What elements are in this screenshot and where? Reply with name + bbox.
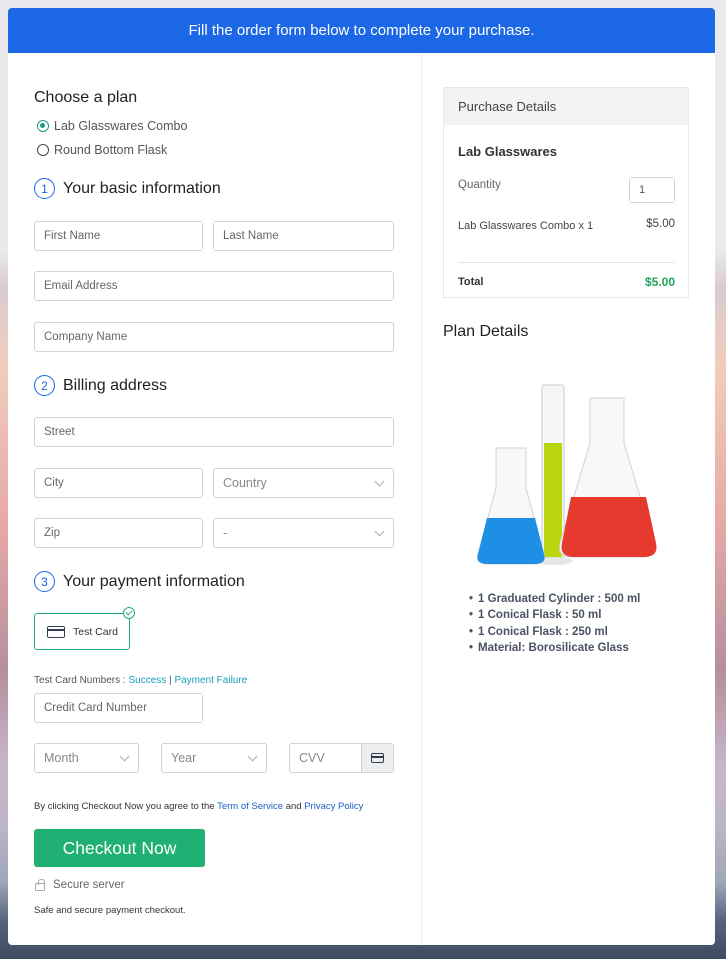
chevron-down-icon — [247, 751, 258, 762]
red-flask-liquid — [561, 497, 657, 557]
line-item-price: $5.00 — [646, 218, 675, 230]
cvv-card-button[interactable] — [361, 744, 393, 772]
terms-text: By clicking Checkout Now you agree to th… — [34, 801, 363, 812]
form-column: Choose a plan Lab Glasswares Combo Round… — [8, 53, 421, 945]
email-input[interactable]: Email Address — [34, 271, 394, 301]
company-input[interactable]: Company Name — [34, 322, 394, 352]
plan-option-combo[interactable]: Lab Glasswares Combo — [37, 119, 187, 133]
step-number-icon: 2 — [34, 375, 55, 396]
country-select[interactable]: Country — [213, 468, 394, 498]
feature-item: 1 Graduated Cylinder : 500 ml — [469, 591, 640, 607]
test-card-numbers: Test Card Numbers : Success | Payment Fa… — [34, 675, 247, 686]
step-number-icon: 3 — [34, 571, 55, 592]
credit-card-icon — [47, 625, 65, 638]
cvv-placeholder: CVV — [299, 751, 325, 765]
terms-of-service-link[interactable]: Term of Service — [217, 801, 283, 812]
lab-glassware-image — [477, 384, 657, 565]
secure-server: Secure server — [35, 878, 125, 891]
quantity-input[interactable]: 1 — [629, 177, 675, 203]
credit-card-icon — [371, 753, 384, 763]
safe-checkout-note: Safe and secure payment checkout. — [34, 905, 186, 916]
state-select[interactable]: - — [213, 518, 394, 548]
chevron-down-icon — [374, 526, 385, 537]
basic-info-heading: 1 Your basic information — [34, 178, 221, 199]
choose-plan-title: Choose a plan — [34, 89, 138, 106]
banner-text: Fill the order form below to complete yo… — [188, 22, 535, 39]
summary-column: Purchase Details Lab Glasswares Quantity… — [421, 53, 715, 945]
checkout-now-button[interactable]: Checkout Now — [34, 829, 205, 867]
section-title: Billing address — [63, 376, 168, 394]
feature-item: 1 Conical Flask : 50 ml — [469, 607, 640, 623]
quantity-label: Quantity — [458, 179, 501, 191]
cvv-input[interactable]: CVV — [289, 743, 394, 773]
zip-input[interactable]: Zip — [34, 518, 203, 548]
success-link[interactable]: Success — [128, 675, 166, 686]
purchase-details-header: Purchase Details — [444, 88, 688, 125]
total-label: Total — [458, 276, 484, 288]
card-number-input[interactable]: Credit Card Number — [34, 693, 203, 723]
secure-server-label: Secure server — [53, 879, 125, 891]
banner: Fill the order form below to complete yo… — [8, 8, 715, 53]
step-number-icon: 1 — [34, 178, 55, 199]
product-name: Lab Glasswares — [458, 144, 557, 159]
plan-option-label: Lab Glasswares Combo — [54, 119, 188, 133]
plan-features-list: 1 Graduated Cylinder : 500 ml 1 Conical … — [469, 591, 640, 656]
year-value: Year — [171, 751, 197, 765]
line-item-label: Lab Glasswares Combo x 1 — [458, 220, 594, 232]
billing-heading: 2 Billing address — [34, 375, 167, 396]
chevron-down-icon — [119, 751, 130, 762]
terms-prefix: By clicking Checkout Now you agree to th… — [34, 801, 218, 812]
test-card-option[interactable]: Test Card — [34, 607, 135, 650]
total-value: $5.00 — [644, 275, 675, 289]
last-name-input[interactable]: Last Name — [213, 221, 394, 251]
month-select[interactable]: Month — [34, 743, 139, 773]
plan-option-label: Round Bottom Flask — [54, 143, 168, 157]
section-title: Your payment information — [63, 572, 245, 590]
cylinder-liquid — [544, 443, 562, 559]
month-value: Month — [44, 751, 79, 765]
plan-option-flask[interactable]: Round Bottom Flask — [37, 143, 167, 157]
state-value: - — [223, 526, 228, 540]
lock-icon — [35, 878, 45, 891]
blue-flask-liquid — [477, 518, 545, 564]
city-input[interactable]: City — [34, 468, 203, 498]
country-value: Country — [223, 476, 267, 490]
divider — [458, 262, 675, 263]
section-title: Your basic information — [63, 179, 221, 197]
radio-selected-icon[interactable] — [37, 120, 49, 132]
payment-failure-link[interactable]: Payment Failure — [174, 675, 247, 686]
first-name-input[interactable]: First Name — [34, 221, 203, 251]
feature-item: Material: Borosilicate Glass — [469, 640, 640, 656]
test-numbers-label: Test Card Numbers : — [34, 675, 129, 686]
year-select[interactable]: Year — [161, 743, 267, 773]
feature-item: 1 Conical Flask : 250 ml — [469, 624, 640, 640]
chevron-down-icon — [374, 476, 385, 487]
purchase-details-box: Purchase Details Lab Glasswares Quantity… — [443, 87, 689, 298]
radio-unselected-icon[interactable] — [37, 144, 49, 156]
check-circle-icon — [123, 607, 135, 619]
order-form-card: Fill the order form below to complete yo… — [8, 8, 715, 945]
payment-heading: 3 Your payment information — [34, 571, 245, 592]
privacy-policy-link[interactable]: Privacy Policy — [304, 801, 363, 812]
plan-details-title: Plan Details — [443, 323, 529, 340]
terms-and: and — [283, 801, 305, 812]
test-card-label: Test Card — [73, 625, 118, 638]
street-input[interactable]: Street — [34, 417, 394, 447]
